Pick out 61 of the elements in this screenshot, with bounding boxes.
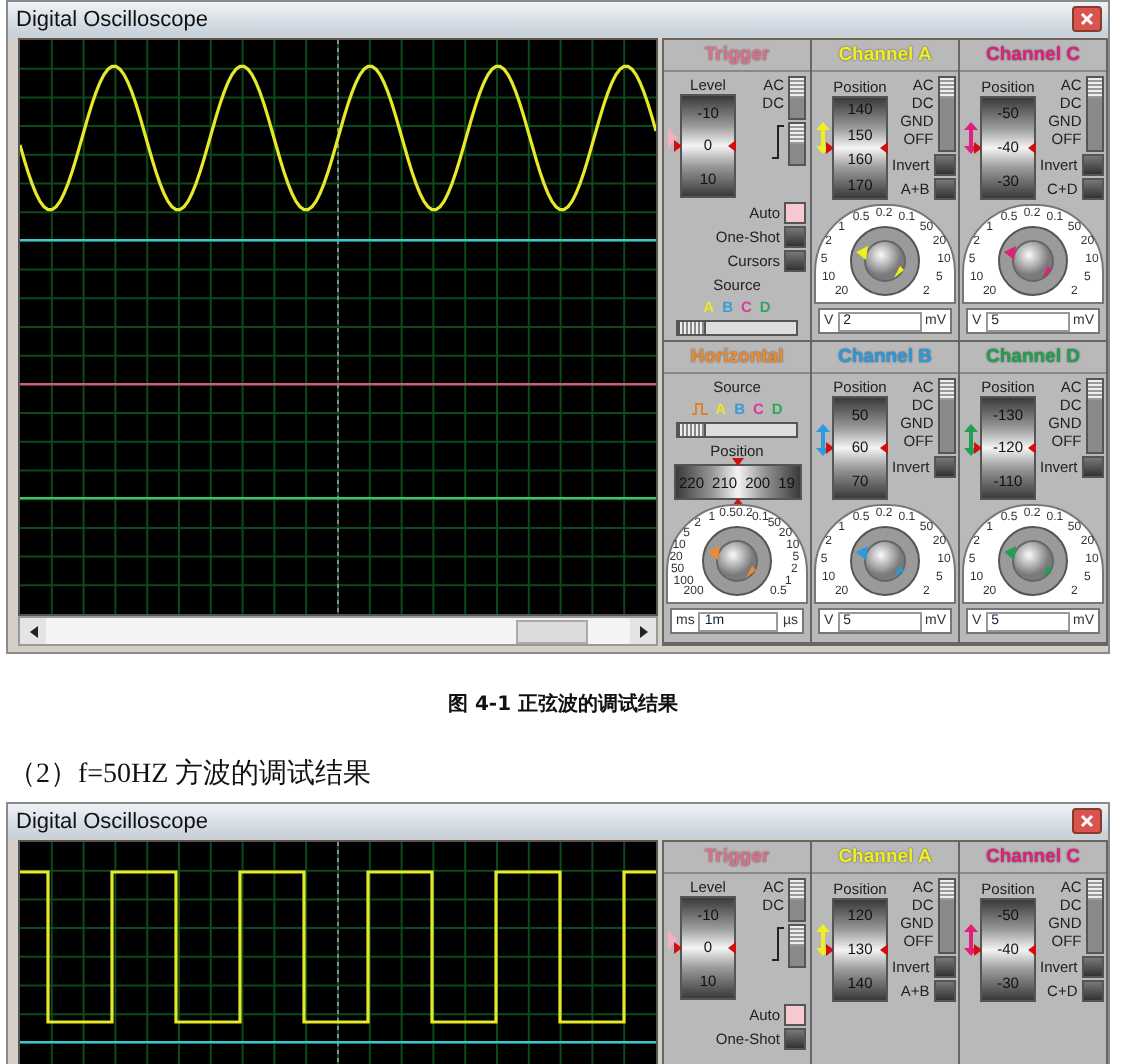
section-heading: （2）f=50HZ 方波的调试结果 xyxy=(8,758,374,792)
slide-switch[interactable] xyxy=(788,76,806,120)
right-arrow-icon xyxy=(639,625,647,637)
figure-caption: 图 4-1 正弦波的调试结果 xyxy=(445,691,681,718)
slide-switch[interactable] xyxy=(788,878,806,922)
window-title: Digital Oscilloscope xyxy=(16,809,208,833)
panel-title: Channel C xyxy=(960,40,1106,72)
window-title: Digital Oscilloscope xyxy=(16,7,208,31)
slide-switch[interactable] xyxy=(1085,878,1104,954)
switch-thumb[interactable] xyxy=(939,380,954,400)
slide-switch[interactable] xyxy=(937,76,956,152)
double-arrow-icon xyxy=(964,423,978,455)
scroll-left-button[interactable] xyxy=(20,618,46,644)
slide-switch[interactable] xyxy=(788,122,806,166)
switch-thumb[interactable] xyxy=(939,880,954,900)
slider-thumb[interactable] xyxy=(678,422,706,438)
panel-title: Trigger xyxy=(664,842,810,874)
double-arrow-icon xyxy=(816,924,830,956)
slide-switch[interactable] xyxy=(788,924,806,968)
scroll-thumb[interactable] xyxy=(516,620,588,644)
close-button[interactable] xyxy=(1072,6,1102,32)
panel-title: Channel D xyxy=(960,342,1106,374)
pulse-icon xyxy=(691,402,708,416)
panel-title: Channel A xyxy=(812,842,958,874)
panel-title: Horizontal xyxy=(664,342,810,374)
slide-switch[interactable] xyxy=(937,378,956,454)
slider-thumb[interactable] xyxy=(678,320,706,336)
close-icon xyxy=(1080,12,1094,26)
close-icon xyxy=(1080,814,1094,828)
switch-thumb[interactable] xyxy=(790,124,804,144)
switch-thumb[interactable] xyxy=(790,880,804,900)
double-arrow-icon xyxy=(964,122,978,154)
switch-thumb[interactable] xyxy=(939,78,954,98)
slide-switch[interactable] xyxy=(1085,76,1104,152)
scrollbar[interactable] xyxy=(18,616,658,646)
source-slider[interactable] xyxy=(676,320,798,336)
panel-title: Channel B xyxy=(812,342,958,374)
close-button[interactable] xyxy=(1072,808,1102,834)
slide-switch[interactable] xyxy=(1085,378,1104,454)
switch-thumb[interactable] xyxy=(1087,78,1102,98)
slide-switch[interactable] xyxy=(937,878,956,954)
edge-icon xyxy=(770,122,784,162)
switch-thumb[interactable] xyxy=(1087,880,1102,900)
knob-icon[interactable] xyxy=(998,226,1068,296)
edge-icon xyxy=(770,924,784,964)
panel-title: Channel C xyxy=(960,842,1106,874)
scroll-right-button[interactable] xyxy=(630,618,656,644)
source-slider[interactable] xyxy=(676,422,798,438)
knob-icon[interactable] xyxy=(702,526,772,596)
knob-icon[interactable] xyxy=(998,526,1068,596)
switch-thumb[interactable] xyxy=(1087,380,1102,400)
panel-title: Channel A xyxy=(812,40,958,72)
left-arrow-icon xyxy=(29,625,37,637)
panel-title: Trigger xyxy=(664,40,810,72)
knob-icon[interactable] xyxy=(850,226,920,296)
switch-thumb[interactable] xyxy=(790,926,804,946)
switch-thumb[interactable] xyxy=(790,78,804,98)
double-arrow-icon xyxy=(816,122,830,154)
double-arrow-icon xyxy=(816,423,830,455)
double-arrow-icon xyxy=(964,924,978,956)
knob-icon[interactable] xyxy=(850,526,920,596)
